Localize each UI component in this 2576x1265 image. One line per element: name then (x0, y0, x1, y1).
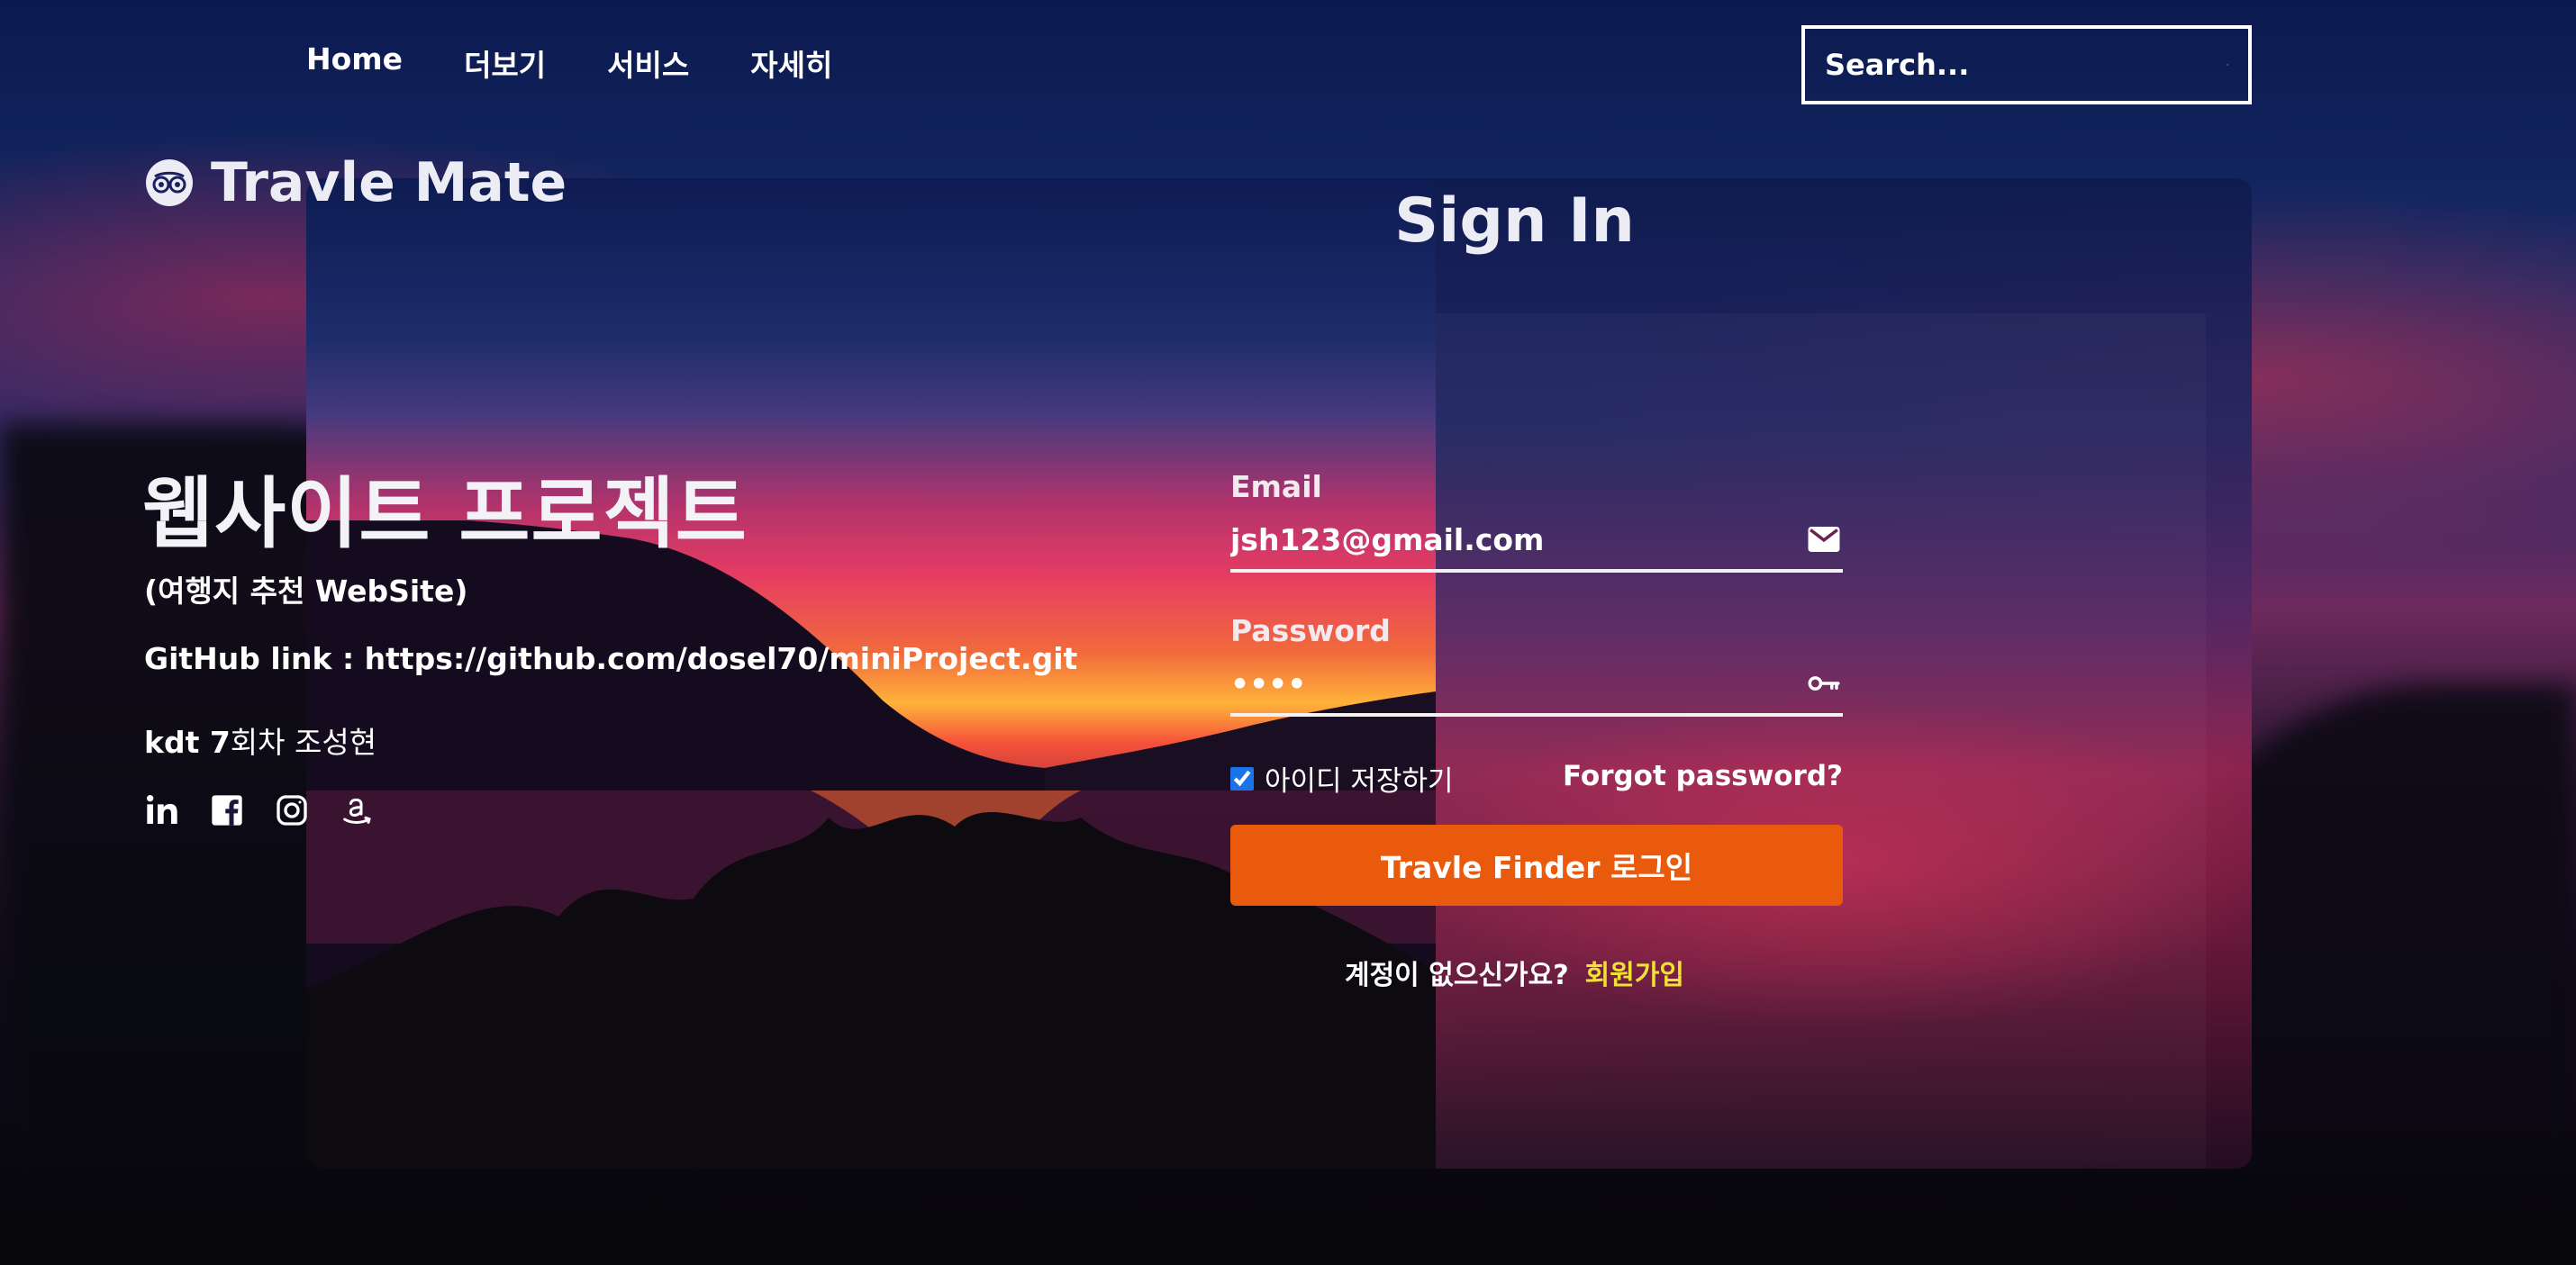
nav-link-home[interactable]: Home (306, 41, 403, 85)
password-label: Password (1230, 613, 1391, 648)
search-input[interactable] (1825, 48, 2227, 82)
instagram-icon[interactable] (274, 792, 310, 828)
linkedin-icon[interactable] (144, 792, 180, 828)
github-link[interactable]: GitHub link : https://github.com/dosel70… (144, 641, 1077, 676)
password-field-row (1230, 654, 1843, 717)
top-navbar: Home 더보기 서비스 자세히 (0, 0, 2576, 126)
remember-me[interactable]: 아이디 저장하기 (1230, 758, 1454, 799)
nav-link-more[interactable]: 더보기 (464, 41, 546, 85)
social-links (144, 792, 375, 828)
signup-prompt: 계정이 없으신가요? 회원가입 (1129, 953, 1900, 992)
envelope-icon (1808, 527, 1840, 552)
forgot-password-link[interactable]: Forgot password? (1563, 760, 1843, 792)
login-button[interactable]: Travle Finder 로그인 (1230, 825, 1843, 906)
amazon-icon[interactable] (339, 792, 375, 828)
nav-link-details[interactable]: 자세히 (750, 41, 832, 85)
email-field[interactable] (1230, 521, 1805, 557)
remember-me-checkbox[interactable] (1230, 766, 1254, 791)
project-title: 웹사이트 프로젝트 (142, 469, 748, 559)
author-cohort: kdt 7 (144, 725, 231, 760)
key-icon (1808, 676, 1840, 691)
password-field[interactable] (1230, 665, 1805, 701)
no-account-text: 계정이 없으신가요? (1344, 960, 1569, 991)
brand-name: Travle Mate (211, 151, 567, 214)
nav-links: Home 더보기 서비스 자세히 (306, 41, 832, 85)
email-field-row (1230, 510, 1843, 573)
signup-link[interactable]: 회원가입 (1585, 960, 1684, 991)
signin-title: Sign In (1394, 185, 1635, 257)
email-label: Email (1230, 469, 1322, 504)
tripadvisor-owl-icon (146, 159, 193, 206)
nav-link-services[interactable]: 서비스 (607, 41, 689, 85)
remember-me-label: 아이디 저장하기 (1265, 765, 1454, 798)
search-icon[interactable] (2227, 47, 2228, 83)
author-name: 회차 조성현 (230, 725, 377, 760)
author-line: kdt 7회차 조성현 (144, 718, 376, 762)
brand[interactable]: Travle Mate (146, 151, 567, 214)
facebook-icon[interactable] (209, 792, 245, 828)
search-box (1801, 25, 2252, 104)
project-subtitle: (여행지 추천 WebSite) (144, 574, 468, 609)
